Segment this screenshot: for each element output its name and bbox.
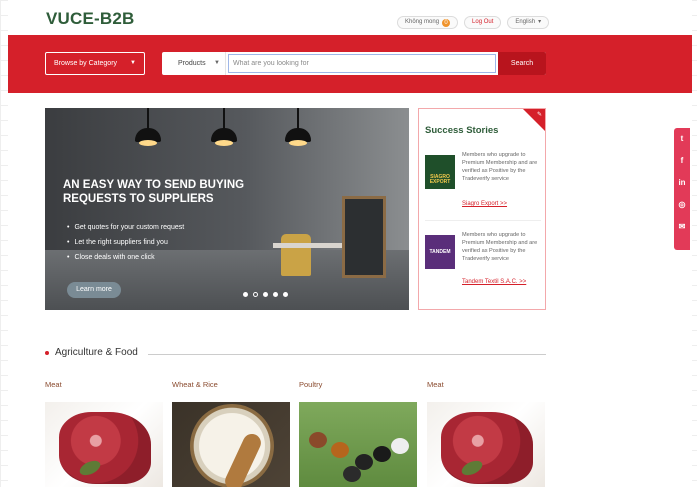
company-logo: TANDEM [425, 235, 455, 269]
story-text: Members who upgrade to Premium Membershi… [462, 152, 538, 182]
success-story[interactable]: SIAGRO EXPORT Members who upgrade to Pre… [425, 151, 541, 215]
section-heading: Agriculture & Food [45, 347, 138, 358]
email-icon[interactable]: ✉ [679, 221, 686, 239]
top-links: Không mong 0 Log Out English ▾ [397, 16, 550, 29]
story-link[interactable]: Siagro Export >> [462, 201, 507, 207]
category-image-meat[interactable] [427, 402, 545, 487]
board-illustration [342, 196, 386, 278]
slider-dots [243, 292, 288, 297]
lamp-illustration [285, 108, 311, 152]
category-label[interactable]: Meat [427, 380, 444, 389]
banner-headline: AN EASY WAY TO SEND BUYING REQUESTS TO S… [63, 178, 263, 206]
story-divider [425, 220, 541, 221]
category-image-meat[interactable] [45, 402, 163, 487]
category-label[interactable]: Poultry [299, 380, 322, 389]
success-stories-title: Success Stories [425, 125, 499, 136]
social-share-bar: t f in ◎ ✉ [674, 128, 690, 250]
banner-bullet: Let the right suppliers find you [67, 235, 184, 250]
language-select[interactable]: English ▾ [507, 16, 550, 29]
company-logo: SIAGRO EXPORT [425, 155, 455, 189]
chevron-down-icon: ▼ [214, 60, 220, 66]
slider-dot[interactable] [243, 292, 248, 297]
ribbon-icon: ✎ [536, 112, 542, 118]
slider-dot[interactable] [283, 292, 288, 297]
success-story[interactable]: TANDEM Members who upgrade to Premium Me… [425, 231, 541, 295]
story-link[interactable]: Tandem Textil S.A.C. >> [462, 279, 526, 285]
search-box: Products ▼ Search [162, 52, 546, 75]
facebook-icon[interactable]: f [681, 155, 684, 173]
whatsapp-icon[interactable]: ◎ [679, 199, 686, 217]
browse-label: Browse by Category [54, 60, 118, 67]
page: VUCE-B2B Không mong 0 Log Out English ▾ … [8, 0, 692, 487]
site-logo[interactable]: VUCE-B2B [46, 9, 135, 29]
learn-more-button[interactable]: Learn more [67, 282, 121, 298]
slider-dot[interactable] [273, 292, 278, 297]
banner-bullet: Get quotes for your custom request [67, 220, 184, 235]
category-label[interactable]: Wheat & Rice [172, 380, 218, 389]
story-text: Members who upgrade to Premium Membershi… [462, 232, 538, 262]
search-bar: Browse by Category ▼ Products ▼ Search [8, 35, 692, 93]
language-label: English [515, 19, 536, 25]
notification-badge: 0 [442, 18, 451, 27]
search-button[interactable]: Search [498, 52, 546, 75]
chevron-down-icon: ▼ [130, 60, 136, 66]
success-stories-panel: ✎ Success Stories SIAGRO EXPORT Members … [418, 108, 546, 310]
category-image-rice[interactable] [172, 402, 290, 487]
search-scope-label: Products [178, 60, 206, 67]
logout-button[interactable]: Log Out [464, 16, 502, 29]
section-divider [148, 354, 546, 355]
banner-bullet: Close deals with one click [67, 250, 184, 265]
user-name: Không mong [405, 19, 440, 25]
lamp-illustration [211, 108, 237, 152]
banner-headline-line: AN EASY WAY TO SEND BUYING [63, 179, 245, 191]
category-label[interactable]: Meat [45, 380, 62, 389]
banner-bullets: Get quotes for your custom request Let t… [67, 220, 184, 265]
slider-dot[interactable] [253, 292, 258, 297]
section-bullet [45, 350, 49, 355]
twitter-icon[interactable]: t [681, 133, 684, 151]
browse-category-button[interactable]: Browse by Category ▼ [45, 52, 145, 75]
lamp-illustration [135, 108, 161, 152]
chair-illustration [281, 234, 311, 276]
user-pill[interactable]: Không mong 0 [397, 16, 459, 29]
section-title: Agriculture & Food [55, 347, 138, 358]
banner-headline-line: REQUESTS TO SUPPLIERS [63, 193, 214, 205]
search-scope-select[interactable]: Products ▼ [162, 52, 226, 75]
category-image-poultry[interactable] [299, 402, 417, 487]
hero-banner[interactable]: AN EASY WAY TO SEND BUYING REQUESTS TO S… [45, 108, 409, 310]
linkedin-icon[interactable]: in [678, 177, 685, 195]
search-input[interactable] [228, 54, 496, 73]
chevron-down-icon: ▾ [538, 19, 542, 25]
slider-dot[interactable] [263, 292, 268, 297]
